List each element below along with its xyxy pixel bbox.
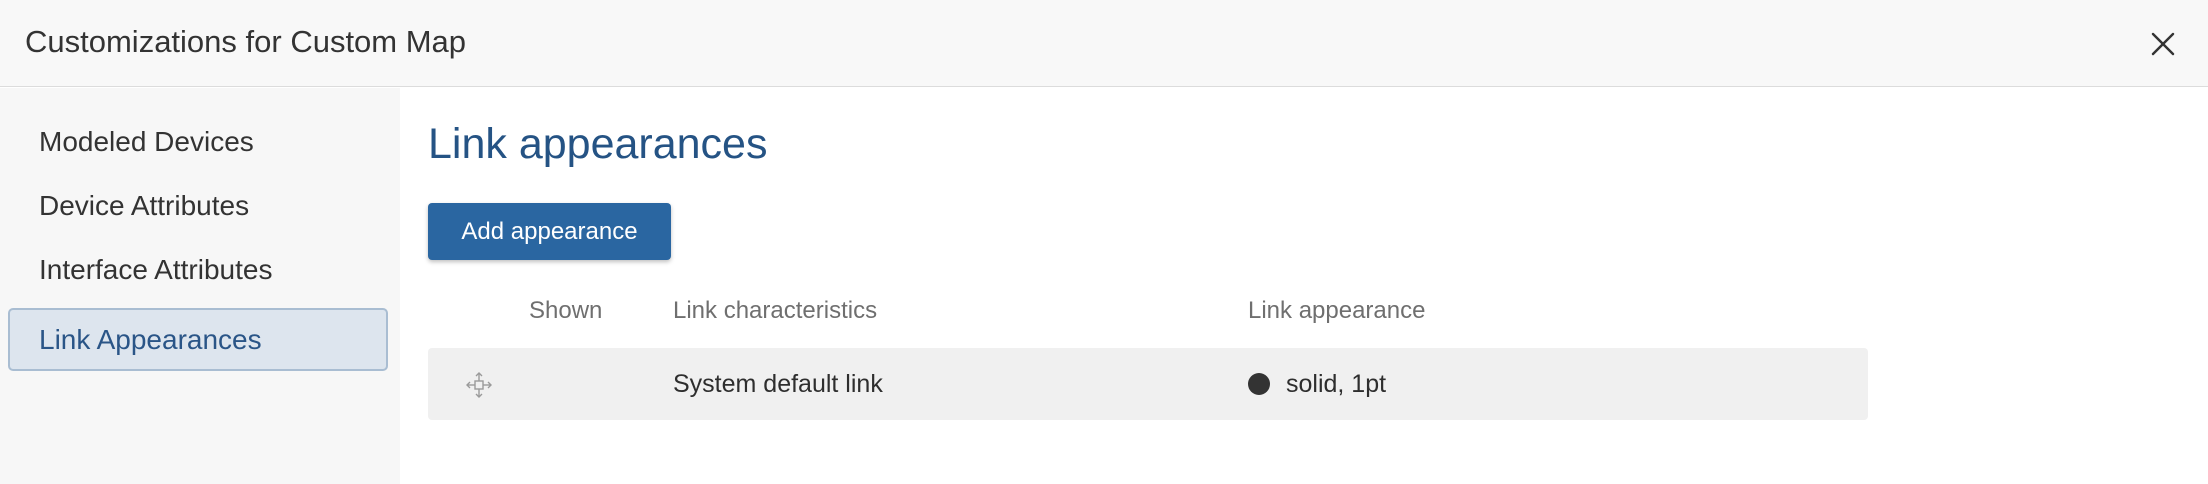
close-button[interactable]: [2146, 27, 2180, 61]
link-characteristics-cell: System default link: [673, 370, 883, 398]
sidebar-item-label: Interface Attributes: [39, 254, 273, 285]
close-icon: [2151, 32, 2175, 56]
column-header-link-appearance: Link appearance: [1248, 297, 1426, 324]
sidebar-item-link-appearances[interactable]: Link Appearances: [8, 308, 388, 371]
sidebar-item-device-attributes[interactable]: Device Attributes: [8, 174, 388, 237]
sidebar-item-label: Modeled Devices: [39, 126, 254, 157]
sidebar-item-label: Device Attributes: [39, 190, 250, 221]
sidebar-item-interface-attributes[interactable]: Interface Attributes: [8, 238, 388, 301]
dialog-title: Customizations for Custom Map: [25, 24, 467, 59]
customizations-dialog: Customizations for Custom Map Modeled De…: [0, 0, 2208, 484]
link-appearance-cell: solid, 1pt: [1286, 370, 1387, 398]
sidebar: Modeled Devices Device Attributes Interf…: [0, 88, 400, 484]
main-content: Link appearances Add appearance Shown Li…: [400, 88, 2208, 484]
sidebar-item-modeled-devices[interactable]: Modeled Devices: [8, 110, 388, 173]
sidebar-item-label: Link Appearances: [39, 324, 262, 355]
add-appearance-button[interactable]: Add appearance: [428, 203, 671, 260]
drag-handle[interactable]: [464, 370, 494, 400]
dialog-header: Customizations for Custom Map: [0, 0, 2208, 87]
table-row[interactable]: System default link solid, 1pt: [428, 348, 1868, 420]
column-header-shown: Shown: [529, 297, 603, 324]
drag-handle-icon: [466, 372, 492, 398]
page-title: Link appearances: [428, 120, 768, 168]
column-header-link-characteristics: Link characteristics: [673, 297, 878, 324]
line-color-swatch: [1248, 373, 1270, 395]
